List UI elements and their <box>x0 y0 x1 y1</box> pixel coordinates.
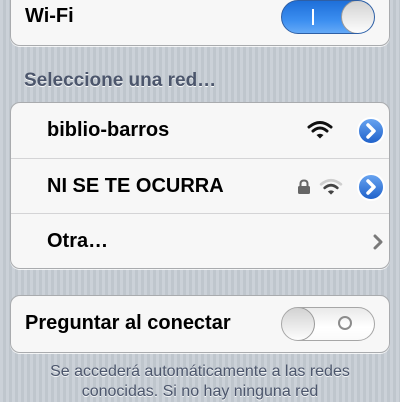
footer-line: conocidas. Si no hay ninguna red <box>81 383 319 400</box>
wifi-toggle[interactable] <box>281 0 375 34</box>
network-row-other[interactable]: Otra… <box>11 213 389 268</box>
chevron-right-icon <box>373 234 383 250</box>
toggle-knob <box>341 1 374 33</box>
toggle-on-mark <box>312 9 314 25</box>
lock-icon <box>298 179 310 194</box>
wifi-group: Wi-Fi <box>10 0 390 46</box>
detail-disclosure-icon[interactable] <box>356 116 386 146</box>
ask-to-join-row: Preguntar al conectar <box>11 296 389 351</box>
network-list: biblio-barros NI SE TE OCURRA Otra… <box>10 102 390 269</box>
toggle-knob <box>282 308 315 340</box>
network-row-biblio-barros[interactable]: biblio-barros <box>11 103 389 158</box>
wifi-signal-icon <box>319 178 343 195</box>
section-title-networks: Seleccione una red… <box>24 70 217 91</box>
footer-line: Se accederá automáticamente a las redes <box>50 363 350 380</box>
wifi-signal-icon <box>307 121 333 139</box>
network-name: NI SE TE OCURRA <box>47 175 224 197</box>
other-network-label: Otra… <box>47 230 109 252</box>
network-name: biblio-barros <box>47 119 170 141</box>
ask-to-join-group: Preguntar al conectar <box>10 295 390 353</box>
ask-to-join-label: Preguntar al conectar <box>25 312 231 334</box>
toggle-off-mark <box>338 316 352 330</box>
ask-to-join-toggle[interactable] <box>281 307 375 341</box>
wifi-row: Wi-Fi <box>11 0 389 44</box>
network-row-ni-se-te-ocurra[interactable]: NI SE TE OCURRA <box>11 158 389 214</box>
footer-note: Se accederá automáticamente a las redes … <box>20 362 380 402</box>
detail-disclosure-icon[interactable] <box>356 172 386 202</box>
wifi-label: Wi-Fi <box>25 5 74 27</box>
